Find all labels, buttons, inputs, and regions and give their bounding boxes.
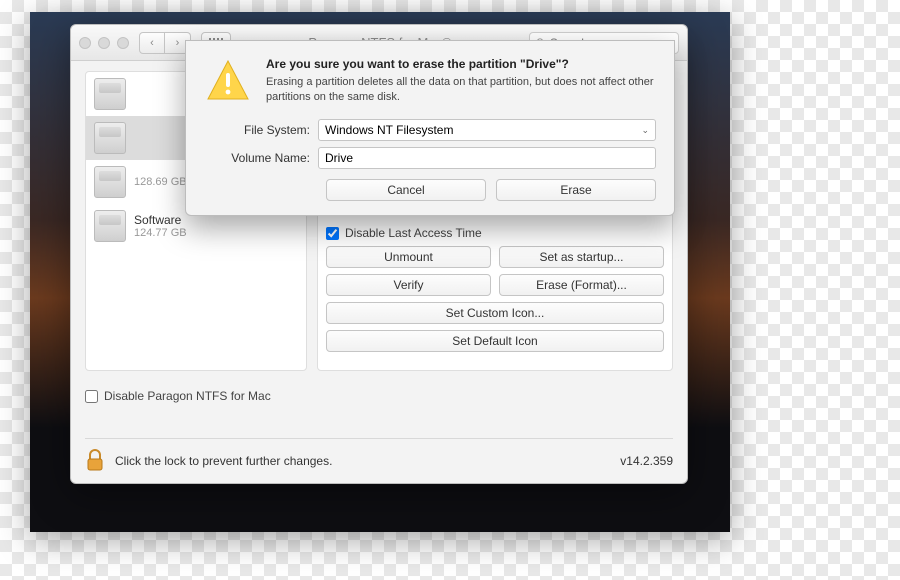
footer: Click the lock to prevent further change… [85, 438, 673, 473]
set-default-icon-button[interactable]: Set Default Icon [326, 330, 664, 352]
disable-paragon-checkbox[interactable]: Disable Paragon NTFS for Mac [85, 389, 673, 403]
disable-last-access-checkbox[interactable]: Disable Last Access Time [326, 226, 664, 240]
drive-icon [94, 166, 126, 198]
filesystem-label: File System: [204, 123, 318, 137]
filesystem-select[interactable]: Windows NT Filesystem ⌄ [318, 119, 656, 141]
drive-icon [94, 210, 126, 242]
set-startup-button[interactable]: Set as startup... [499, 246, 664, 268]
lock-icon[interactable] [85, 449, 105, 473]
volume-name-field[interactable] [318, 147, 656, 169]
dialog-title: Are you sure you want to erase the parti… [266, 57, 656, 71]
chevron-down-icon: ⌄ [641, 125, 649, 136]
unmount-button[interactable]: Unmount [326, 246, 491, 268]
close-button[interactable] [79, 37, 91, 49]
set-custom-icon-button[interactable]: Set Custom Icon... [326, 302, 664, 324]
version-label: v14.2.359 [620, 454, 673, 468]
volume-name-label: Volume Name: [204, 151, 318, 165]
erase-dialog: Are you sure you want to erase the parti… [185, 40, 675, 216]
erase-button[interactable]: Erase [496, 179, 656, 201]
zoom-button[interactable] [117, 37, 129, 49]
volume-name-input[interactable] [325, 151, 649, 165]
drive-icon [94, 78, 126, 110]
device-name: Software [134, 213, 187, 227]
device-size: 124.77 GB [134, 227, 187, 239]
erase-format-button[interactable]: Erase (Format)... [499, 274, 664, 296]
cancel-button[interactable]: Cancel [326, 179, 486, 201]
back-button[interactable]: ‹ [139, 32, 165, 54]
verify-button[interactable]: Verify [326, 274, 491, 296]
device-size: 128.69 GB [134, 176, 187, 188]
lock-hint: Click the lock to prevent further change… [115, 454, 610, 468]
dialog-subtitle: Erasing a partition deletes all the data… [266, 75, 656, 105]
warning-icon [204, 57, 252, 105]
drive-icon [94, 122, 126, 154]
minimize-button[interactable] [98, 37, 110, 49]
traffic-lights [79, 37, 129, 49]
